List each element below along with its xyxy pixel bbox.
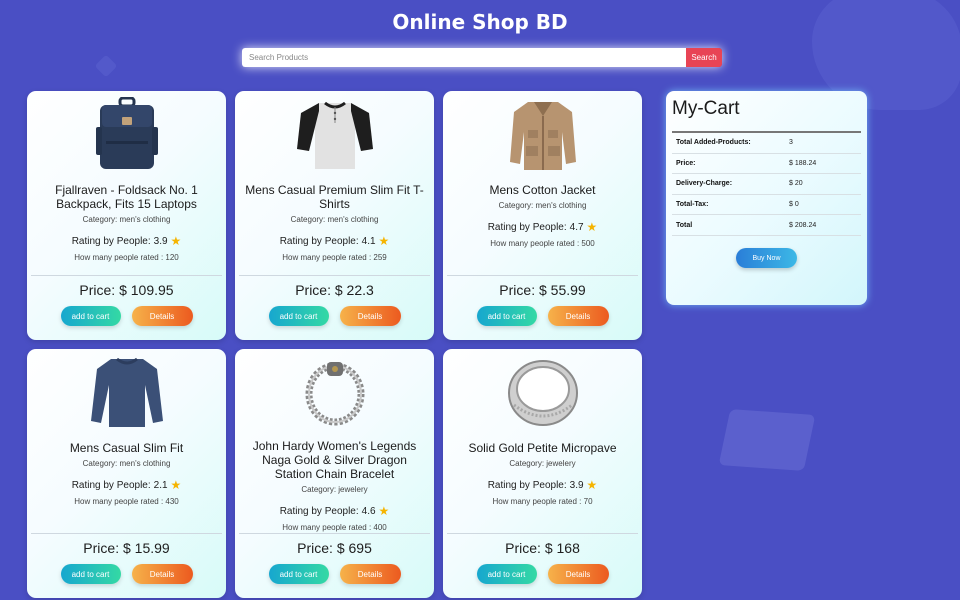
tshirt-icon [292, 95, 378, 175]
card-divider [31, 275, 222, 276]
product-rating: Rating by People: 4.1 ★ [279, 234, 390, 248]
product-rated-count: How many people rated : 430 [74, 497, 179, 506]
product-category: Category: men's clothing [82, 215, 171, 224]
product-rating: Rating by People: 4.7 ★ [487, 220, 598, 234]
background-diamond [94, 54, 118, 78]
product-title: Fjallraven - Foldsack No. 1 Backpack, Fi… [55, 183, 198, 211]
details-button[interactable]: Details [547, 306, 609, 326]
product-price: Price: $ 109.95 [79, 282, 174, 298]
card-divider [447, 275, 638, 276]
card-divider [447, 533, 638, 534]
cart-value: $ 188.24 [789, 159, 817, 167]
cart-row-price: Price: $ 188.24 [672, 154, 861, 175]
product-title: Mens Casual Premium Slim Fit T-Shirts [245, 183, 424, 211]
product-category: Category: jewelery [509, 459, 576, 468]
add-to-cart-button[interactable]: add to cart [60, 306, 121, 326]
star-icon: ★ [586, 220, 598, 234]
add-to-cart-button[interactable]: add to cart [476, 564, 537, 584]
product-rating: Rating by People: 2.1 ★ [71, 478, 182, 492]
cart-row-tax: Total-Tax: $ 0 [672, 195, 861, 216]
cart-row-total-products: Total Added-Products: 3 [672, 133, 861, 154]
cart-value: 3 [789, 139, 793, 147]
bracelet-icon [292, 353, 378, 431]
product-rated-count: How many people rated : 500 [490, 239, 595, 248]
product-card: Mens Casual Premium Slim Fit T-Shirts Ca… [235, 91, 434, 340]
star-icon: ★ [378, 234, 390, 248]
star-icon: ★ [170, 478, 182, 492]
product-rating: Rating by People: 3.9 ★ [71, 234, 182, 248]
product-rating: Rating by People: 3.9 ★ [487, 478, 598, 492]
cart-value: $ 20 [789, 180, 803, 188]
cart-title: My-Cart [672, 98, 740, 119]
cart-label: Total [676, 221, 693, 229]
page-title: Online Shop BD [392, 10, 568, 34]
product-category: Category: jewelery [301, 485, 368, 494]
star-icon: ★ [378, 504, 390, 518]
product-rated-count: How many people rated : 400 [282, 523, 387, 532]
product-category: Category: men's clothing [290, 215, 379, 224]
cart-label: Delivery-Charge: [676, 180, 733, 188]
product-price: Price: $ 168 [505, 540, 580, 556]
product-title: John Hardy Women's Legends Naga Gold & S… [252, 439, 417, 481]
product-price: Price: $ 695 [297, 540, 372, 556]
card-divider [31, 533, 222, 534]
product-card: Mens Cotton Jacket Category: men's cloth… [443, 91, 642, 340]
cart-label: Total Added-Products: [676, 139, 751, 147]
longsleeve-icon [84, 353, 170, 433]
search-button[interactable]: Search [686, 48, 722, 67]
product-price: Price: $ 15.99 [83, 540, 170, 556]
product-rated-count: How many people rated : 70 [492, 497, 593, 506]
ring-icon [500, 353, 586, 433]
product-card: John Hardy Women's Legends Naga Gold & S… [235, 349, 434, 598]
add-to-cart-button[interactable]: add to cart [476, 306, 537, 326]
product-title: Mens Casual Slim Fit [69, 441, 184, 455]
cart-row-total: Total $ 208.24 [672, 215, 861, 236]
add-to-cart-button[interactable]: add to cart [60, 564, 121, 584]
product-rating: Rating by People: 4.6 ★ [279, 504, 390, 518]
search-bar: Search [242, 48, 722, 67]
cart-summary-table: Total Added-Products: 3 Price: $ 188.24 … [672, 131, 861, 236]
product-category: Category: men's clothing [498, 201, 587, 210]
cart-value: $ 208.24 [789, 221, 817, 229]
star-icon: ★ [170, 234, 182, 248]
product-card: Fjallraven - Foldsack No. 1 Backpack, Fi… [27, 91, 226, 340]
search-input[interactable] [242, 48, 686, 67]
product-price: Price: $ 22.3 [295, 282, 374, 298]
cart-row-delivery: Delivery-Charge: $ 20 [672, 174, 861, 195]
product-rated-count: How many people rated : 120 [74, 253, 179, 262]
product-card: Mens Casual Slim Fit Category: men's clo… [27, 349, 226, 598]
details-button[interactable]: Details [339, 306, 401, 326]
product-card: Solid Gold Petite Micropave Category: je… [443, 349, 642, 598]
cart-label: Total-Tax: [676, 201, 709, 209]
details-button[interactable]: Details [131, 306, 193, 326]
product-title: Solid Gold Petite Micropave [468, 441, 617, 455]
details-button[interactable]: Details [547, 564, 609, 584]
product-rated-count: How many people rated : 259 [282, 253, 387, 262]
details-button[interactable]: Details [131, 564, 193, 584]
card-divider [239, 275, 430, 276]
add-to-cart-button[interactable]: add to cart [268, 306, 329, 326]
product-price: Price: $ 55.99 [499, 282, 586, 298]
details-button[interactable]: Details [339, 564, 401, 584]
backpack-icon [84, 95, 170, 175]
jacket-icon [500, 95, 586, 175]
cart-value: $ 0 [789, 201, 799, 209]
background-shape [718, 409, 816, 471]
card-divider [239, 533, 430, 534]
star-icon: ★ [586, 478, 598, 492]
product-category: Category: men's clothing [82, 459, 171, 468]
add-to-cart-button[interactable]: add to cart [268, 564, 329, 584]
cart-label: Price: [676, 159, 696, 167]
product-title: Mens Cotton Jacket [489, 183, 596, 197]
cart-panel: My-Cart Total Added-Products: 3 Price: $… [666, 91, 867, 305]
buy-now-button[interactable]: Buy Now [736, 248, 797, 268]
